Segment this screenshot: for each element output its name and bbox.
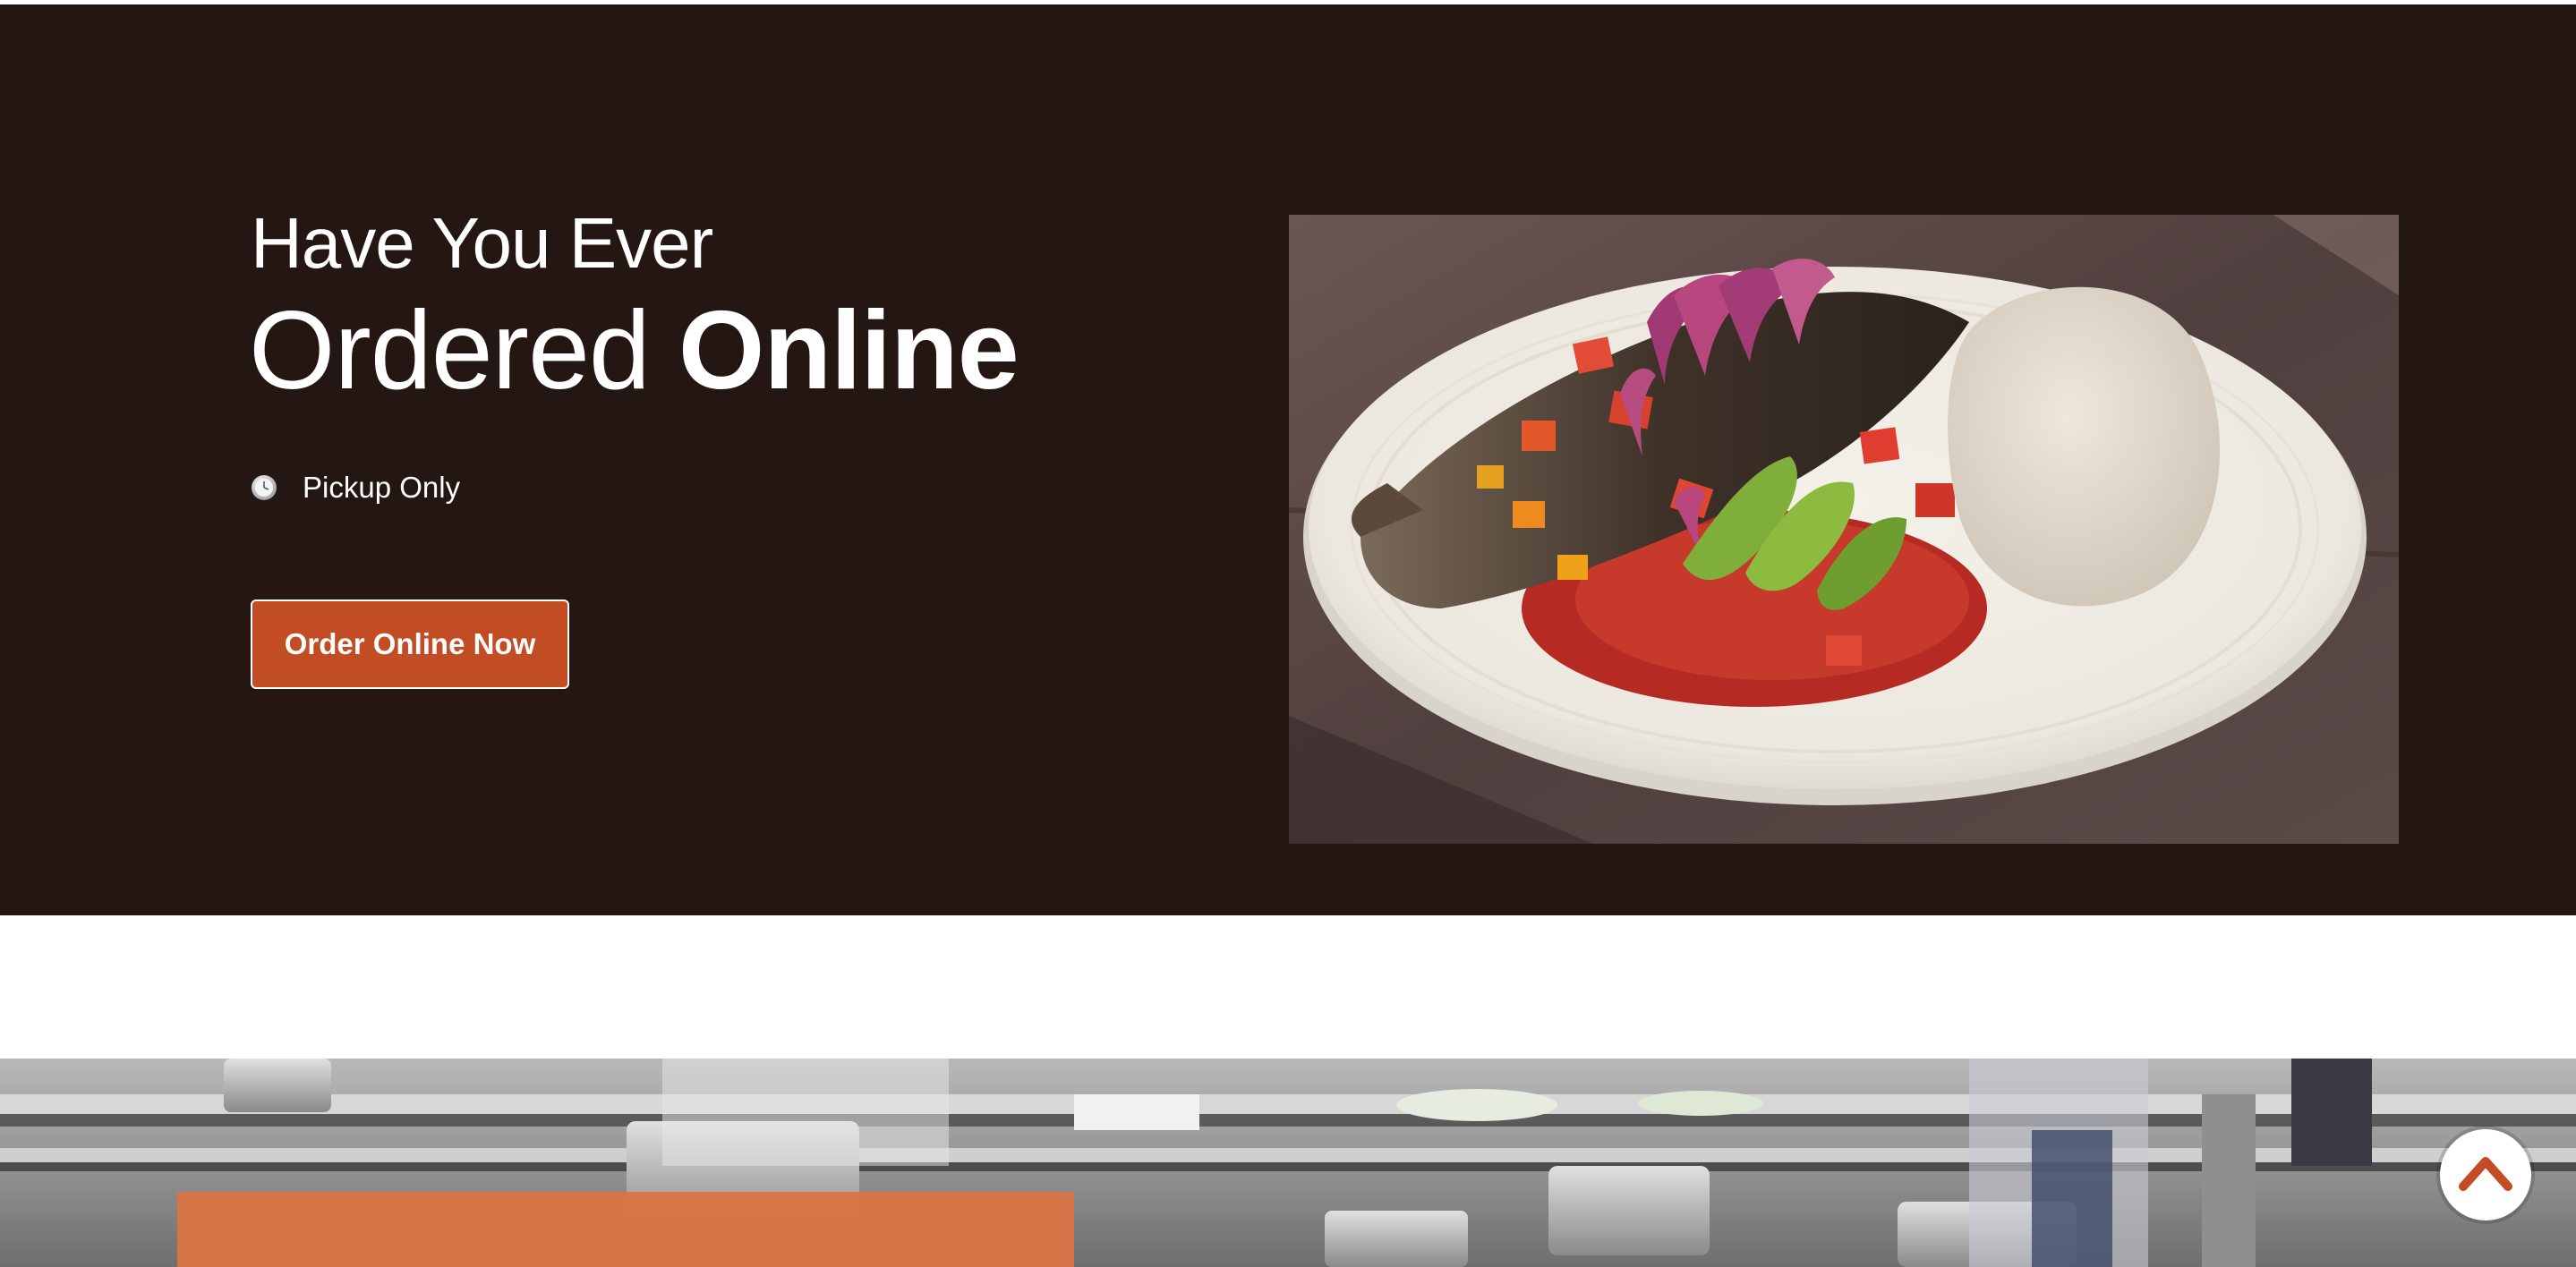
heading-word-online: Online xyxy=(678,289,1019,412)
pickup-label: Pickup Only xyxy=(303,471,461,504)
food-photo xyxy=(1289,215,2399,844)
orange-content-card xyxy=(177,1192,1074,1267)
chevron-up-icon xyxy=(2456,1151,2515,1200)
clock-icon xyxy=(251,474,277,501)
scroll-to-top-button[interactable] xyxy=(2440,1129,2531,1220)
pickup-info: Pickup Only xyxy=(251,465,460,510)
hero-heading-small: Have You Ever xyxy=(251,203,713,283)
heading-word-ordered: Ordered xyxy=(249,289,651,412)
order-online-button[interactable]: Order Online Now xyxy=(251,599,569,689)
hero-heading-large: Ordered Online xyxy=(249,288,1019,413)
